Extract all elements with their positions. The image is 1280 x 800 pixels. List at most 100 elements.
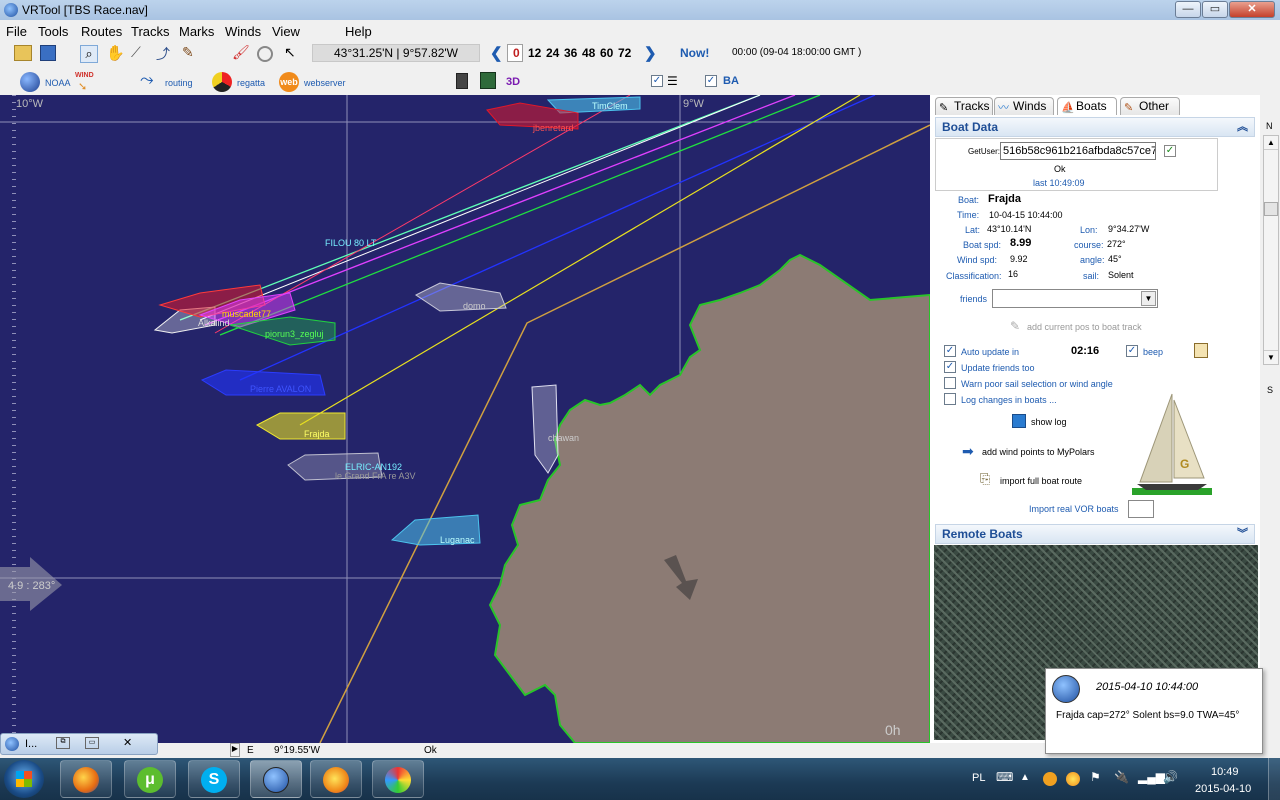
tab-tracks[interactable]: ✎ Tracks (935, 97, 993, 115)
volume-icon[interactable]: 🔊 (1163, 770, 1178, 784)
friends-select[interactable]: ▼ (992, 289, 1158, 308)
taskbar-skype[interactable]: S (188, 760, 240, 798)
tray-app-icon[interactable] (1043, 772, 1057, 786)
boat-label[interactable]: jbenretard (533, 123, 574, 133)
map-canvas[interactable] (0, 95, 930, 743)
menu-file[interactable]: File (6, 24, 27, 39)
chart-map[interactable]: 10°W 9°W TimClem jbenretard FILOU 80 LT … (0, 95, 930, 743)
route-draw-icon[interactable]: ⤴ (156, 44, 170, 64)
regatta-label[interactable]: regatta (237, 78, 265, 88)
add-pos-button[interactable]: add current pos to boat track (1027, 322, 1142, 332)
open-icon[interactable] (14, 45, 32, 61)
menu-tools[interactable]: Tools (38, 24, 68, 39)
menu-winds[interactable]: Winds (225, 24, 261, 39)
tray-weather-icon[interactable] (1066, 772, 1080, 786)
menu-tracks[interactable]: Tracks (131, 24, 170, 39)
dropdown-arrow-icon[interactable]: ▼ (1141, 291, 1156, 306)
boat-data-header[interactable]: Boat Data ︽ (935, 117, 1255, 137)
boat-label[interactable]: TimClem (592, 101, 628, 111)
prev-time-icon[interactable]: ❮ (490, 44, 503, 62)
scroll-up-icon[interactable]: ▲ (1264, 136, 1278, 150)
hour-12[interactable]: 12 (528, 46, 541, 60)
tab-winds[interactable]: 〰 Winds (994, 97, 1054, 115)
noaa-label[interactable]: NOAA (45, 78, 71, 88)
beep-checkbox[interactable]: ✓ (1126, 345, 1138, 357)
ba-checkbox[interactable]: ✓ (705, 75, 717, 87)
hour-36[interactable]: 36 (564, 46, 577, 60)
scroll-thumb[interactable] (1264, 202, 1278, 216)
boat-label[interactable]: Frajda (304, 429, 330, 439)
menu-routes[interactable]: Routes (81, 24, 122, 39)
maximize-icon[interactable]: ▭ (85, 737, 99, 749)
minimized-window[interactable]: I... ⧉ ▭ ✕ (0, 733, 158, 755)
boat-label[interactable]: piorun3_zegluj (265, 329, 324, 339)
layers-checkbox[interactable]: ✓ (651, 75, 663, 87)
calculator-icon[interactable] (456, 73, 468, 89)
boat-label[interactable]: FILOU 80 LT (325, 238, 376, 248)
import-vor-button[interactable]: Import real VOR boats (1029, 504, 1119, 514)
taskbar-utorrent[interactable]: μ (124, 760, 176, 798)
boat-label[interactable]: domo (463, 301, 486, 311)
show-desktop-button[interactable] (1268, 758, 1280, 800)
scroll-down-icon[interactable]: ▼ (1264, 350, 1278, 364)
remote-boats-header[interactable]: Remote Boats ︾ (935, 524, 1255, 544)
tab-boats[interactable]: ⛵ Boats (1057, 97, 1117, 115)
taskbar-weather[interactable] (310, 760, 362, 798)
notification-popup[interactable]: 2015-04-10 10:44:00 Frajda cap=272° Sole… (1045, 668, 1263, 754)
ba-label[interactable]: BA (723, 75, 739, 87)
taskbar-paint[interactable] (372, 760, 424, 798)
clock-date[interactable]: 2015-04-10 (1195, 783, 1251, 795)
measure-icon[interactable]: ⟋ (131, 44, 141, 61)
restore-icon[interactable]: ⧉ (56, 737, 70, 749)
flag-icon[interactable]: ⚑ (1090, 770, 1101, 784)
hour-0[interactable]: 0 (513, 46, 520, 60)
web-icon[interactable]: web (279, 72, 299, 92)
target-icon[interactable] (257, 46, 273, 62)
tray-expand-icon[interactable]: ▲ (1020, 772, 1030, 783)
vertical-scrollbar[interactable]: ▲ ▼ (1263, 135, 1279, 365)
expand-icon[interactable]: ︾ (1237, 525, 1248, 543)
clipboard-icon[interactable] (1194, 343, 1208, 358)
hour-24[interactable]: 24 (546, 46, 559, 60)
menu-marks[interactable]: Marks (179, 24, 214, 39)
log-changes-checkbox[interactable] (944, 393, 956, 405)
tab-other[interactable]: ✎ Other (1120, 97, 1180, 115)
noaa-icon[interactable] (20, 72, 40, 92)
hour-48[interactable]: 48 (582, 46, 595, 60)
pencil-icon[interactable]: ✎ (182, 44, 194, 61)
getuser-checkbox[interactable]: ✓ (1164, 145, 1176, 157)
taskbar-vrtool[interactable] (250, 760, 302, 798)
menu-help[interactable]: Help (345, 24, 372, 39)
signal-icon[interactable]: ▂▄▆ (1138, 770, 1165, 784)
language-indicator[interactable]: PL (972, 772, 985, 784)
pan-hand-icon[interactable]: ✋ (106, 44, 125, 62)
power-icon[interactable]: 🔌 (1114, 770, 1129, 784)
save-icon[interactable] (40, 45, 56, 61)
status-arrow-icon[interactable]: ▶ (230, 743, 240, 757)
collapse-icon[interactable]: ︽ (1237, 118, 1248, 136)
boat-label[interactable]: chawan (548, 433, 579, 443)
start-button[interactable] (4, 760, 44, 798)
import-vor-input[interactable] (1128, 500, 1154, 518)
getuser-input[interactable] (1000, 142, 1156, 160)
warn-checkbox[interactable] (944, 377, 956, 389)
now-button[interactable]: Now! (680, 46, 709, 60)
boat-label[interactable]: Luganac (440, 535, 475, 545)
keyboard-icon[interactable]: ⌨ (996, 770, 1013, 784)
import-route-button[interactable]: import full boat route (1000, 476, 1082, 486)
minimize-button[interactable]: — (1175, 1, 1201, 18)
zoom-icon[interactable]: ⌕ (80, 45, 98, 63)
boat-label[interactable]: Pierre AVALON (250, 384, 311, 394)
routing-icon[interactable]: ⤳ (140, 70, 154, 90)
auto-update-checkbox[interactable]: ✓ (944, 345, 956, 357)
show-log-button[interactable]: show log (1031, 417, 1067, 427)
pointer-icon[interactable]: ↖ (284, 44, 296, 61)
layers-icon[interactable]: ☰ (667, 75, 678, 87)
menu-view[interactable]: View (272, 24, 300, 39)
close-button[interactable]: ✕ (1229, 1, 1275, 18)
regatta-icon[interactable] (212, 72, 232, 92)
chart-grid-icon[interactable] (480, 72, 496, 89)
wind-label[interactable]: WIND (75, 72, 94, 79)
routing-label[interactable]: routing (165, 78, 193, 88)
hour-72[interactable]: 72 (618, 46, 631, 60)
